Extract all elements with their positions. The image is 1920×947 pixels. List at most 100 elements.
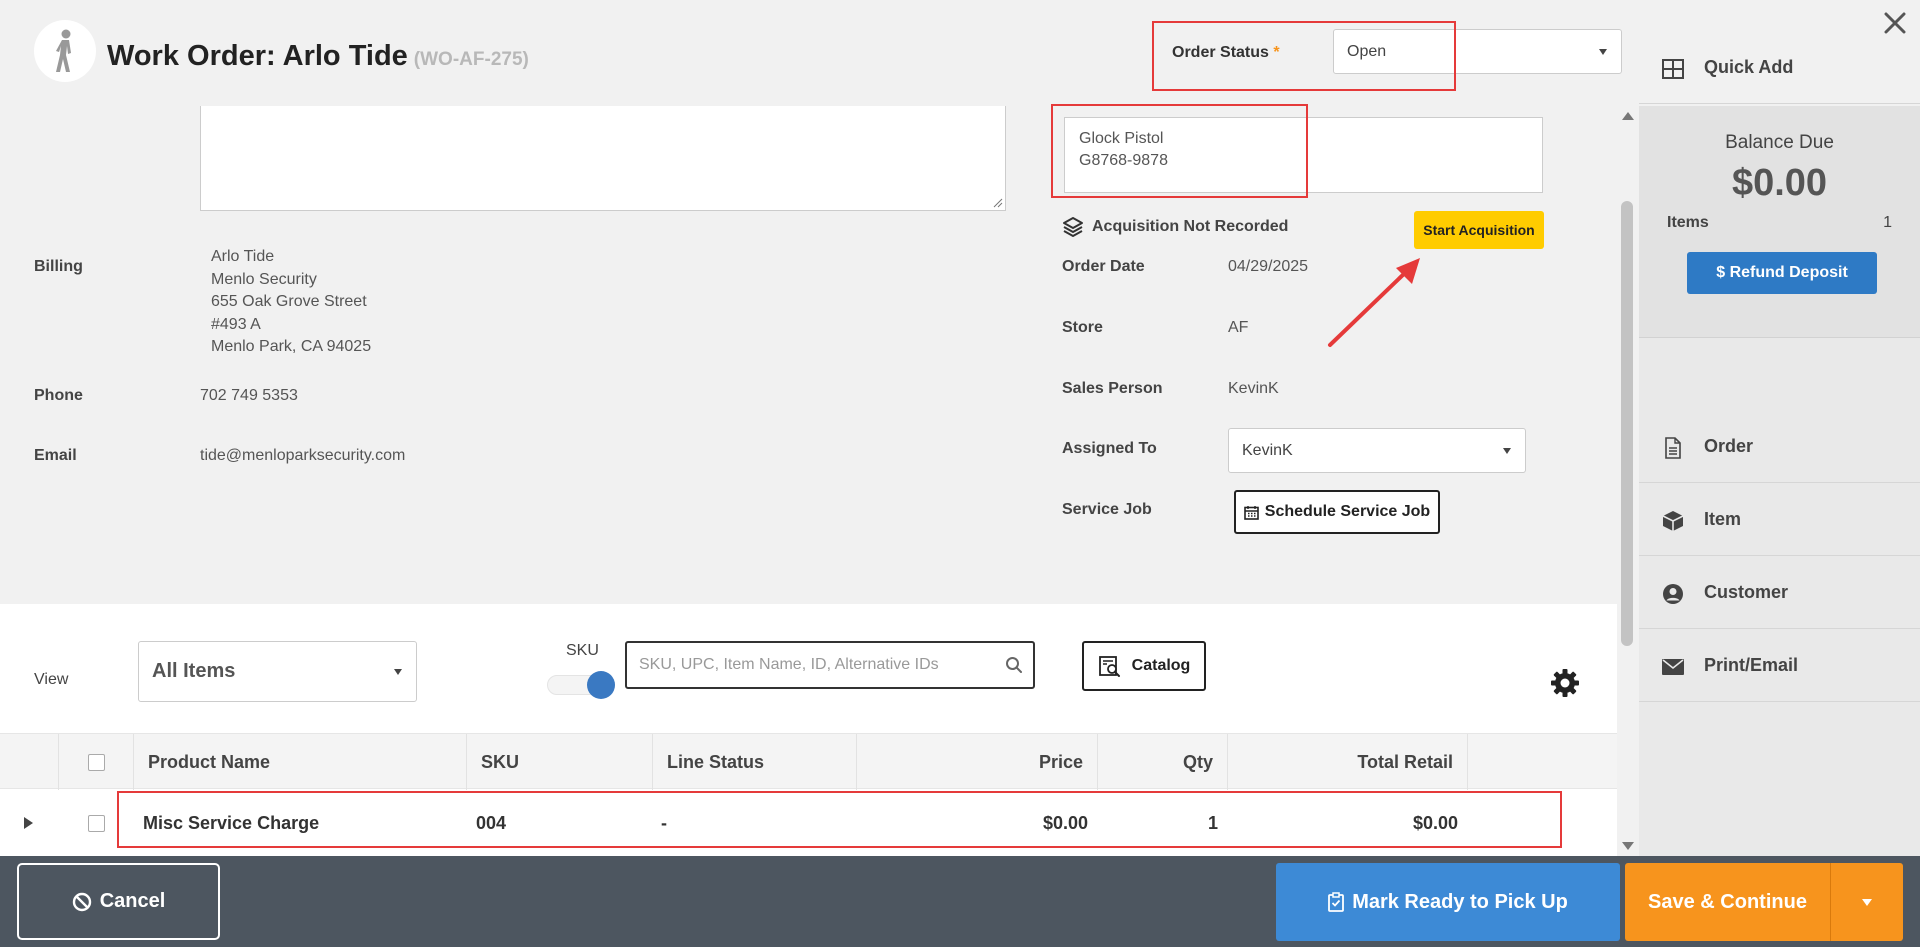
email-value: tide@menloparksecurity.com: [200, 447, 406, 464]
sidebar-item-quick-add[interactable]: Quick Add: [1639, 32, 1920, 104]
chevron-down-icon: [1599, 48, 1607, 55]
balance-panel: Balance Due $0.00 Items 1 $ Refund Depos…: [1639, 106, 1920, 338]
catalog-search-icon: [1098, 656, 1120, 677]
serialized-item-box: Glock Pistol G8768-9878: [1064, 117, 1543, 193]
assigned-to-select[interactable]: KevinK: [1228, 428, 1526, 473]
item-search-input[interactable]: [639, 643, 999, 687]
expand-cell: [14, 793, 59, 853]
scroll-down-arrow-icon[interactable]: [1622, 842, 1634, 850]
column-line-status[interactable]: Line Status: [653, 734, 857, 790]
required-mark: *: [1273, 44, 1280, 61]
sales-person-label: Sales Person: [1062, 380, 1163, 397]
walking-person-icon: [56, 29, 71, 72]
close-icon: [1884, 12, 1906, 34]
row-checkbox[interactable]: [88, 814, 105, 832]
billing-label: Billing: [34, 258, 83, 275]
annotation-arrow-icon: [1328, 258, 1420, 347]
sidebar-item-order[interactable]: Order: [1639, 411, 1920, 483]
expand-row-icon[interactable]: [24, 817, 33, 829]
sidebar-item-label: Order: [1704, 436, 1754, 456]
ban-icon: [72, 892, 91, 911]
sku-toggle[interactable]: [547, 671, 615, 699]
order-status-select[interactable]: Open: [1333, 29, 1622, 74]
sidebar-item-item[interactable]: Item: [1639, 484, 1920, 556]
resize-grip-icon[interactable]: [993, 198, 1003, 208]
save-options-dropdown[interactable]: [1830, 863, 1903, 941]
schedule-service-job-button[interactable]: Schedule Service Job: [1234, 490, 1440, 534]
sidebar-item-customer[interactable]: Customer: [1639, 557, 1920, 629]
cancel-button[interactable]: Cancel: [17, 863, 220, 940]
assigned-to-label: Assigned To: [1062, 440, 1157, 457]
items-table-header: Product Name SKU Line Status Price Qty T…: [0, 733, 1617, 790]
search-icon[interactable]: [1005, 656, 1023, 674]
email-label: Email: [34, 447, 77, 464]
refund-deposit-button[interactable]: $ Refund Deposit: [1687, 252, 1877, 294]
view-select-value: All Items: [152, 660, 236, 682]
catalog-label: Catalog: [1131, 657, 1191, 674]
cell-line-status: -: [661, 812, 667, 833]
catalog-button[interactable]: Catalog: [1082, 641, 1206, 691]
item-serial: G8768-9878: [1079, 152, 1168, 169]
select-all-checkbox[interactable]: [87, 753, 105, 771]
column-product-name[interactable]: Product Name: [134, 734, 467, 790]
mark-ready-label: Mark Ready to Pick Up: [1352, 890, 1568, 913]
scroll-thumb[interactable]: [1621, 201, 1633, 646]
chevron-down-icon: [1862, 898, 1872, 906]
scroll-up-arrow-icon[interactable]: [1622, 112, 1634, 120]
main-scrollbar[interactable]: [1617, 106, 1639, 856]
layers-icon: [1063, 217, 1083, 237]
items-label: Items: [1667, 214, 1709, 231]
customer-avatar: [34, 20, 96, 82]
cell-sku: 004: [476, 812, 507, 833]
order-date-label: Order Date: [1062, 258, 1145, 275]
sku-toggle-label: SKU: [566, 642, 599, 659]
table-row[interactable]: Misc Service Charge 004 - $0.00 1 $0.00: [0, 793, 1617, 853]
acquisition-status-text: Acquisition Not Recorded: [1092, 218, 1289, 235]
clipboard-check-icon: [1328, 892, 1345, 912]
page-title: Work Order: Arlo Tide (WO-AF-275): [107, 40, 529, 73]
sidebar-item-label: Print/Email: [1704, 655, 1799, 675]
right-sidebar: Balance Due $0.00 Items 1 $ Refund Depos…: [1639, 57, 1920, 856]
assigned-to-value: KevinK: [1242, 441, 1293, 459]
select-all-column: [59, 734, 134, 790]
gear-icon[interactable]: [1550, 668, 1580, 698]
sidebar-item-label: Customer: [1704, 582, 1789, 602]
schedule-service-job-label: Schedule Service Job: [1264, 503, 1431, 520]
item-search-box: [625, 641, 1035, 689]
order-status-value: Open: [1347, 42, 1387, 60]
column-price[interactable]: Price: [857, 734, 1098, 790]
save-and-continue-button[interactable]: Save & Continue: [1625, 863, 1830, 941]
cell-total-retail: $0.00: [1412, 812, 1458, 833]
work-order-id: (WO-AF-275): [413, 49, 529, 70]
cell-qty: 1: [1207, 812, 1218, 833]
box-icon: [1661, 510, 1685, 532]
store-label: Store: [1062, 319, 1103, 336]
chevron-down-icon: [394, 668, 402, 675]
view-label: View: [34, 671, 69, 688]
item-name: Glock Pistol: [1079, 130, 1164, 147]
sidebar-item-print-email[interactable]: Print/Email: [1639, 630, 1920, 702]
order-date-value: 04/29/2025: [1228, 258, 1309, 275]
sidebar-item-label: Quick Add: [1704, 57, 1794, 77]
notes-textarea[interactable]: [200, 106, 1006, 211]
column-sku[interactable]: SKU: [467, 734, 653, 790]
billing-line: Arlo Tide: [211, 248, 275, 265]
cancel-label: Cancel: [99, 890, 166, 912]
phone-label: Phone: [34, 387, 83, 404]
column-total-retail[interactable]: Total Retail: [1228, 734, 1468, 790]
cell-product-name: Misc Service Charge: [143, 812, 320, 833]
billing-line: Menlo Security: [211, 270, 317, 288]
envelope-icon: [1661, 656, 1685, 678]
billing-line: 655 Oak Grove Street: [211, 293, 367, 310]
column-qty[interactable]: Qty: [1098, 734, 1228, 790]
mark-ready-to-pick-up-button[interactable]: Mark Ready to Pick Up: [1276, 863, 1620, 941]
order-status-label-text: Order Status: [1172, 44, 1269, 61]
start-acquisition-button[interactable]: Start Acquisition: [1414, 211, 1544, 249]
billing-address: Arlo Tide Menlo Security 655 Oak Grove S…: [211, 246, 371, 359]
service-job-label: Service Job: [1062, 501, 1152, 518]
acquisition-status: Acquisition Not Recorded: [1062, 216, 1288, 238]
store-value: AF: [1228, 319, 1249, 336]
sales-person-value: KevinK: [1228, 380, 1279, 397]
view-select[interactable]: All Items: [138, 641, 417, 702]
header: Work Order: Arlo Tide (WO-AF-275) Order S…: [0, 0, 1920, 106]
